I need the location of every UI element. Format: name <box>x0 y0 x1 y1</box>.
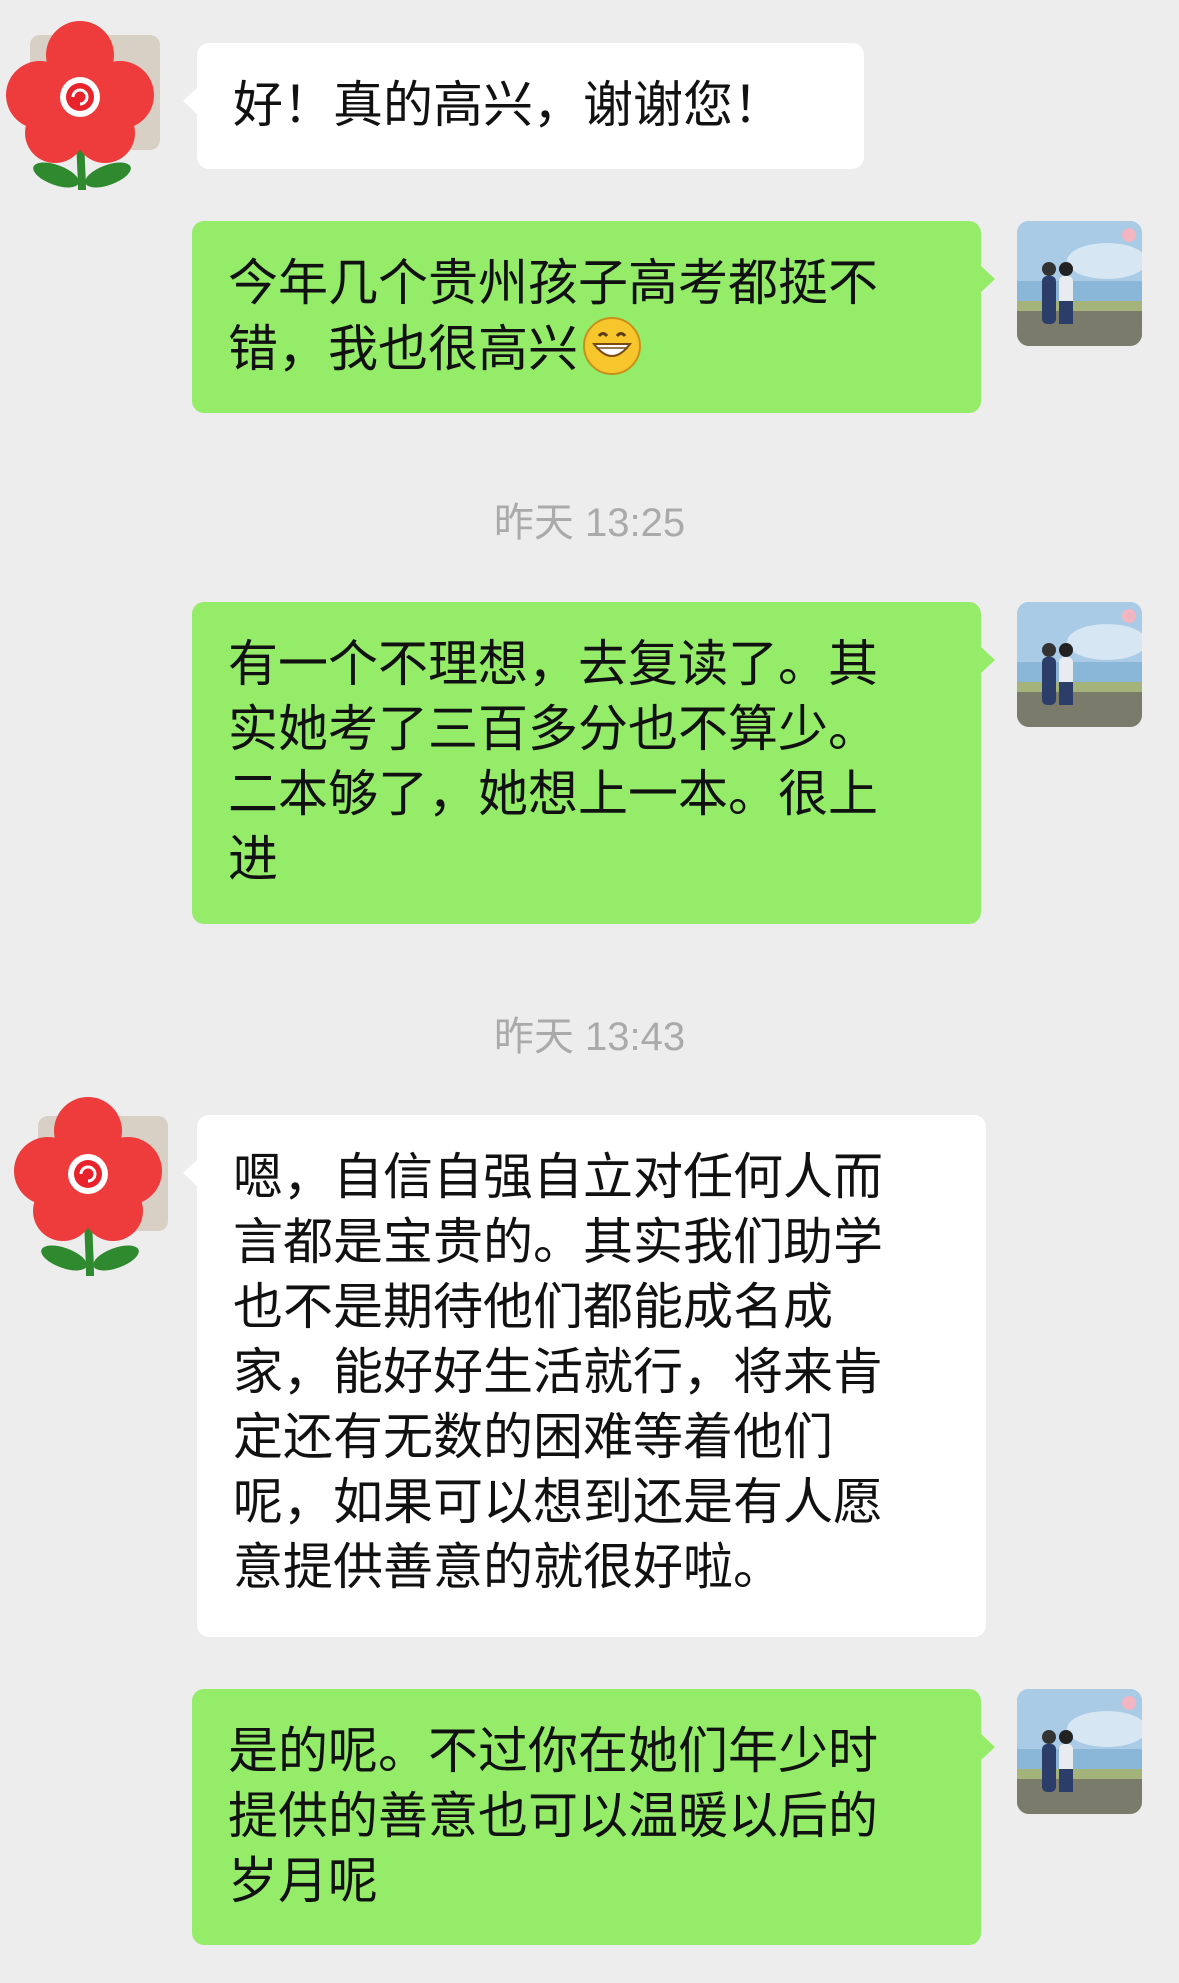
timestamp: 昨天 13:25 <box>493 501 686 545</box>
self-avatar[interactable] <box>1017 1689 1142 1814</box>
message-text: 今年几个贵州孩子高考都挺不 错，我也很高兴 <box>228 254 878 378</box>
contact-avatar[interactable] <box>8 1086 168 1276</box>
message-bubble-self[interactable]: 有一个不理想，去复读了。其 实她考了三百多分也不算少。 二本够了，她想上一本。很… <box>192 602 995 924</box>
message-text: 嗯，自信自强自立对任何人而 言都是宝贵的。其实我们助学 也不是期待他们都能成名成… <box>233 1148 883 1596</box>
message-text: 有一个不理想，去复读了。其 实她考了三百多分也不算少。 二本够了，她想上一本。很… <box>228 635 878 888</box>
couple-photo-icon <box>1017 602 1142 727</box>
message-text: 好！真的高兴，谢谢您！ <box>233 76 783 134</box>
self-avatar[interactable] <box>1017 602 1142 727</box>
contact-avatar[interactable] <box>0 15 160 190</box>
message-bubble-contact[interactable]: 嗯，自信自强自立对任何人而 言都是宝贵的。其实我们助学 也不是期待他们都能成名成… <box>183 1115 986 1637</box>
message-bubble-self[interactable]: 今年几个贵州孩子高考都挺不 错，我也很高兴 <box>192 221 995 413</box>
red-flower-icon <box>6 21 160 190</box>
grinning-face-emoji-icon <box>582 316 642 376</box>
message-bubble-self[interactable]: 是的呢。不过你在她们年少时 提供的善意也可以温暖以后的 岁月呢 <box>192 1689 995 1945</box>
couple-photo-icon <box>1017 221 1142 346</box>
red-flower-icon <box>14 1097 168 1276</box>
timestamp: 昨天 13:43 <box>493 1015 686 1059</box>
message-bubble-contact[interactable]: 好！真的高兴，谢谢您！ <box>183 43 864 169</box>
message-text: 是的呢。不过你在她们年少时 提供的善意也可以温暖以后的 岁月呢 <box>228 1722 878 1910</box>
self-avatar[interactable] <box>1017 221 1142 346</box>
couple-photo-icon <box>1017 1689 1142 1814</box>
